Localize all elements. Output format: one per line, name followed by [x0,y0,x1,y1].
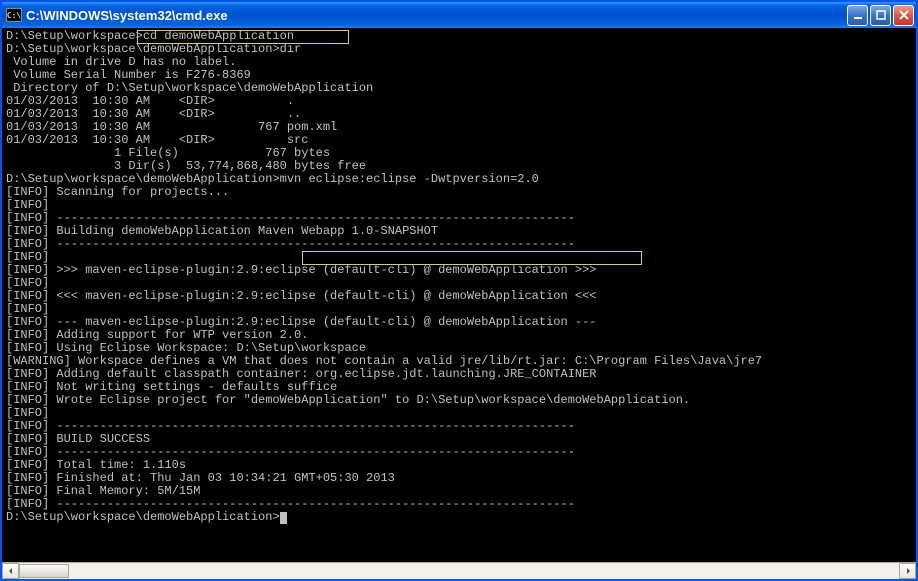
title-bar[interactable]: C:\ C:\WINDOWS\system32\cmd.exe [2,2,916,28]
scroll-left-button[interactable] [2,563,19,579]
scroll-right-button[interactable] [899,563,916,579]
horizontal-scrollbar[interactable] [2,562,916,579]
window-title: C:\WINDOWS\system32\cmd.exe [26,8,847,23]
console-line: [INFO] Wrote Eclipse project for "demoWe… [6,394,912,407]
console-line: [INFO] Scanning for projects... [6,186,912,199]
minimize-button[interactable] [847,5,868,26]
maximize-button[interactable] [870,5,891,26]
console-line: [INFO] <<< maven-eclipse-plugin:2.9:ecli… [6,290,912,303]
scroll-track[interactable] [19,563,899,579]
console-line: [INFO] ---------------------------------… [6,238,912,251]
cmd-icon: C:\ [6,8,22,22]
console-output: D:\Setup\workspace>cd demoWebApplication… [2,28,916,526]
console-line: [INFO] >>> maven-eclipse-plugin:2.9:ecli… [6,264,912,277]
console-area[interactable]: D:\Setup\workspace>cd demoWebApplication… [2,28,916,562]
cmd-window: C:\ C:\WINDOWS\system32\cmd.exe D:\Setup… [0,0,918,581]
scroll-thumb[interactable] [19,564,69,578]
close-button[interactable] [893,5,914,26]
window-controls [847,5,914,26]
cursor [280,512,287,524]
console-line: D:\Setup\workspace\demoWebApplication> [6,511,912,524]
